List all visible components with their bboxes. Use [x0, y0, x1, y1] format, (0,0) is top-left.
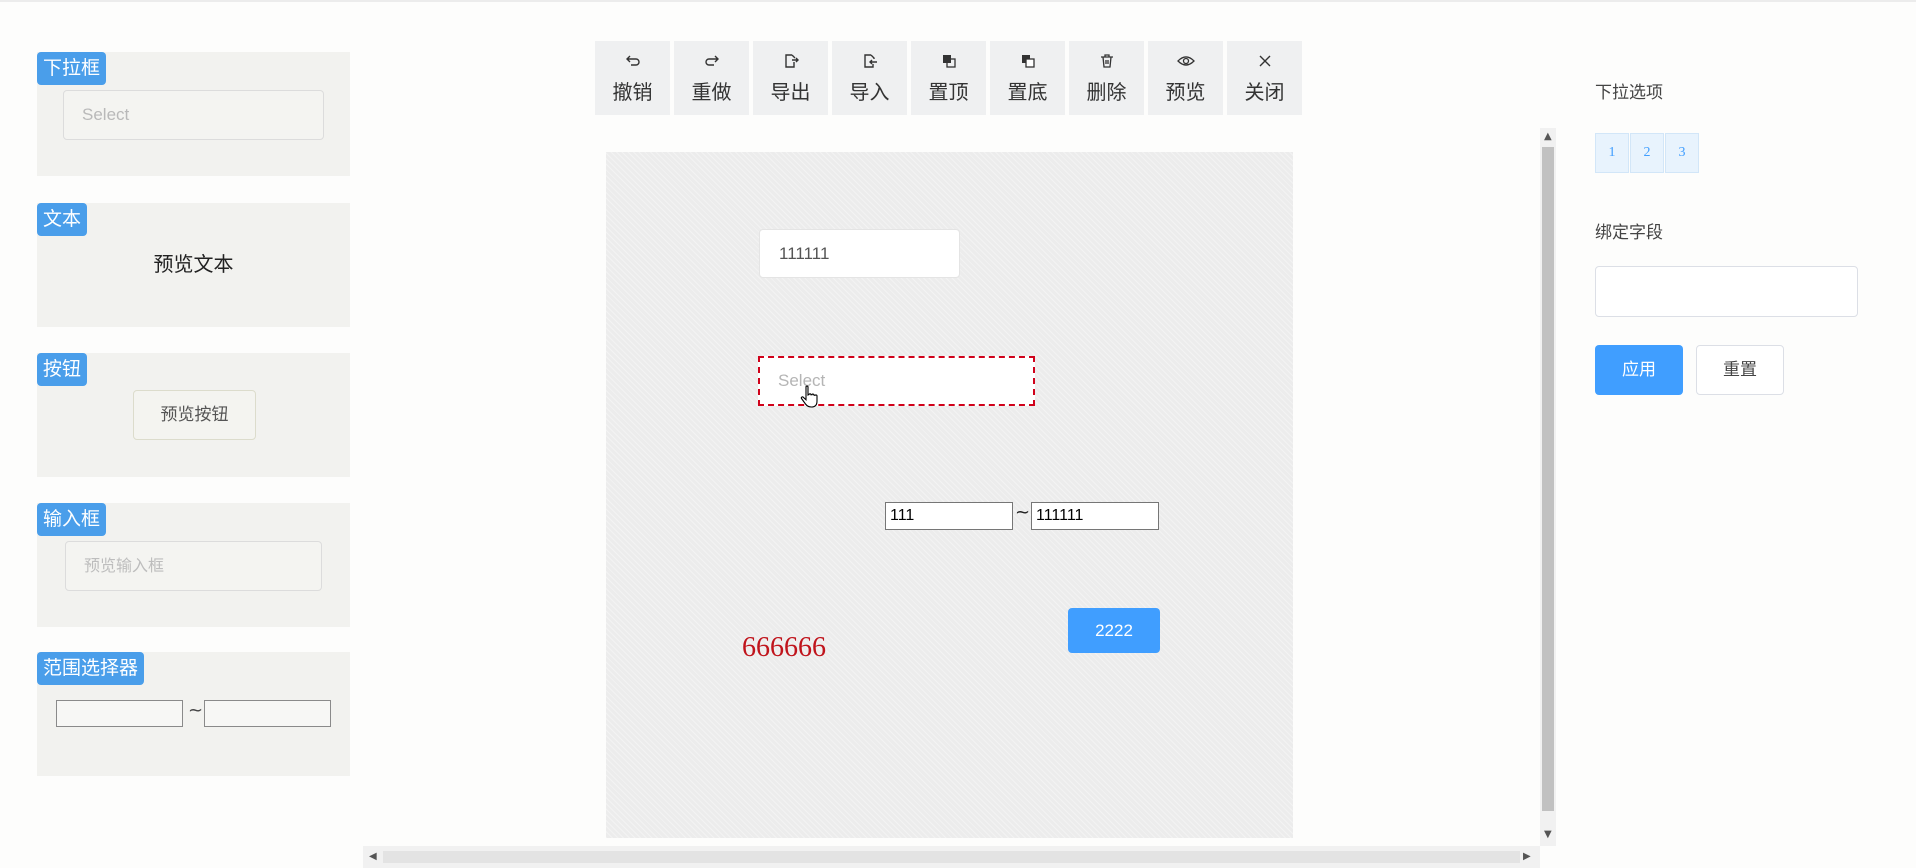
vertical-scrollbar[interactable]: ▲ ▼: [1540, 128, 1556, 846]
export-button[interactable]: 导出: [753, 41, 828, 115]
horizontal-scrollbar[interactable]: ◀ ▶: [363, 846, 1540, 868]
canvas-viewport: 111111 Select 111 ~ 111111 666666 2222 ▲…: [363, 128, 1556, 868]
top-border: [0, 0, 1916, 2]
palette-item-text[interactable]: 文本 预览文本: [37, 203, 350, 327]
scroll-left-icon[interactable]: ◀: [369, 852, 377, 862]
reset-button[interactable]: 重置: [1696, 345, 1784, 395]
export-label: 导出: [770, 80, 811, 104]
canvas-text-widget[interactable]: 666666: [742, 632, 826, 664]
select-preview: Select: [63, 90, 324, 140]
undo-button[interactable]: 撤销: [595, 41, 670, 115]
palette-tag: 范围选择器: [37, 652, 145, 685]
palette-item-select[interactable]: 下拉框 Select: [37, 52, 350, 176]
options-label: 下拉选项: [1595, 83, 1663, 103]
bring-to-front-label: 置顶: [928, 80, 969, 104]
button-preview: 预览按钮: [133, 390, 256, 440]
apply-button[interactable]: 应用: [1595, 345, 1683, 395]
palette-tag: 文本: [37, 203, 88, 236]
delete-label: 删除: [1086, 80, 1127, 104]
scroll-down-icon[interactable]: ▼: [1544, 830, 1552, 840]
palette-tag: 下拉框: [37, 52, 107, 85]
bind-field-input[interactable]: [1595, 266, 1858, 317]
palette-tag: 按钮: [37, 353, 88, 386]
close-button[interactable]: 关闭: [1227, 41, 1302, 115]
send-to-back-icon: [990, 52, 1065, 70]
range-start-preview: [56, 700, 183, 727]
canvas-range-start[interactable]: 111: [885, 502, 1013, 530]
horizontal-scrollbar-thumb[interactable]: [383, 851, 1520, 863]
redo-button[interactable]: 重做: [674, 41, 749, 115]
canvas-input-widget[interactable]: 111111: [759, 229, 960, 278]
undo-label: 撤销: [612, 80, 653, 104]
import-button[interactable]: 导入: [832, 41, 907, 115]
undo-icon: [595, 52, 670, 70]
import-label: 导入: [849, 80, 890, 104]
bind-field-label: 绑定字段: [1595, 223, 1663, 243]
scroll-right-icon[interactable]: ▶: [1523, 852, 1531, 862]
bring-to-front-button[interactable]: 置顶: [911, 41, 986, 115]
canvas-button-widget[interactable]: 2222: [1068, 608, 1160, 653]
eye-icon: [1148, 52, 1223, 70]
option-chip[interactable]: 2: [1630, 133, 1664, 173]
vertical-scrollbar-thumb[interactable]: [1542, 147, 1554, 811]
preview-button[interactable]: 预览: [1148, 41, 1223, 115]
palette-tag: 输入框: [37, 503, 107, 536]
option-chip[interactable]: 3: [1665, 133, 1699, 173]
input-preview: 预览输入框: [65, 541, 322, 591]
export-icon: [753, 52, 828, 70]
design-canvas[interactable]: 111111 Select 111 ~ 111111 666666 2222: [606, 152, 1293, 838]
palette-item-input[interactable]: 输入框 预览输入框: [37, 503, 350, 627]
scroll-up-icon[interactable]: ▲: [1544, 132, 1552, 142]
palette-item-range[interactable]: 范围选择器 ~: [37, 652, 350, 776]
close-icon: [1227, 52, 1302, 70]
canvas-range-separator: ~: [1015, 502, 1031, 523]
range-end-preview: [204, 700, 331, 727]
option-chip[interactable]: 1: [1595, 133, 1629, 173]
delete-button[interactable]: 删除: [1069, 41, 1144, 115]
send-to-back-button[interactable]: 置底: [990, 41, 1065, 115]
delete-icon: [1069, 52, 1144, 70]
hand-cursor-icon: [800, 385, 818, 409]
text-preview: 预览文本: [153, 252, 234, 276]
editor-toolbar: 撤销 重做 导出 导入 置顶 置底 删除 预览 关闭: [595, 41, 1302, 115]
canvas-range-end[interactable]: 111111: [1031, 502, 1159, 530]
palette-item-button[interactable]: 按钮 预览按钮: [37, 353, 350, 477]
close-label: 关闭: [1244, 80, 1285, 104]
import-icon: [832, 52, 907, 70]
send-to-back-label: 置底: [1007, 80, 1048, 104]
bring-to-front-icon: [911, 52, 986, 70]
redo-icon: [674, 52, 749, 70]
preview-label: 预览: [1165, 80, 1206, 104]
range-separator: ~: [188, 700, 204, 721]
redo-label: 重做: [691, 80, 732, 104]
